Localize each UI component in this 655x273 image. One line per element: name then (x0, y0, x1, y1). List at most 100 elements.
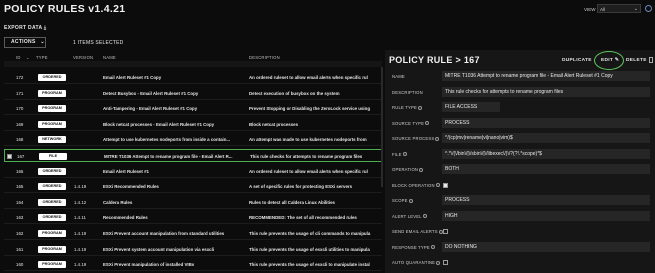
table-row[interactable]: 166 ORDERED Email Alert Ruleset #1 An order… (4, 165, 382, 178)
cell-version: 1.4.19 (74, 231, 87, 236)
detail-rule-id: 167 (463, 55, 480, 65)
table-row[interactable]: 172 ORDERED Email Alert Ruleset #1 Copy An … (4, 71, 382, 84)
info-icon[interactable] (402, 152, 407, 157)
table-row[interactable]: 160 PROGRAM 1.4.19 ESXi Prevent manipulatio… (4, 258, 382, 272)
cell-id: 162 (16, 231, 24, 236)
field-label: ALERT LEVEL (392, 214, 427, 219)
col-header-type[interactable]: TYPE (36, 55, 48, 60)
cell-version: 1.4.19 (74, 246, 87, 252)
table-row[interactable]: 165 ORDERED 1.4.19 ESXi Recommended Rules A … (4, 180, 382, 194)
table-scrollbar[interactable] (381, 67, 383, 187)
cell-name: Recommended Rules (103, 215, 148, 221)
row-checkbox[interactable] (7, 154, 12, 159)
cell-name: ESXi Prevent manipulation of installed V… (103, 262, 195, 268)
cell-description: An ordered ruleset to allow email alerts… (249, 75, 368, 80)
field-value[interactable]: BOTH (442, 164, 650, 174)
cell-name: ESXi Recommended Rules (103, 184, 159, 190)
cell-description: Rules to detect all Caldera Linux Abilit… (249, 199, 335, 205)
type-badge: ORDERED (38, 183, 66, 191)
field-value[interactable]: PROCESS (442, 117, 650, 128)
field-value[interactable]: HIGH (442, 210, 650, 221)
cell-name: Email Alert Ruleset #1 (103, 168, 149, 174)
cell-id: 165 (16, 184, 24, 190)
detail-panel (385, 50, 655, 273)
field-value[interactable]: ^/(cp|mv|rename|vi|nano|vim)$ (442, 133, 650, 143)
cell-name: Anti-Tampering - Email Alert Ruleset #1 … (103, 106, 198, 112)
cell-description: This rule prevents the usage of cli comm… (249, 231, 371, 236)
field-label: SOURCE TYPE (392, 121, 430, 126)
type-badge: PROGRAM (38, 245, 66, 253)
field-label: RULE TYPE (392, 105, 422, 110)
info-icon[interactable] (430, 245, 435, 250)
cell-version: 1.4.12 (74, 199, 87, 205)
info-icon[interactable] (435, 136, 440, 141)
info-icon[interactable] (436, 260, 441, 265)
settings-icon[interactable] (645, 5, 652, 12)
table-row[interactable]: 164 ORDERED 1.4.12 Caldera Rules Rules to de… (4, 196, 382, 209)
cell-version: 1.4.11 (74, 215, 86, 221)
field-label: NAME (392, 74, 405, 79)
view-select[interactable]: All ⌄ (597, 4, 641, 13)
page-title: POLICY RULES v1.4.21 (4, 3, 126, 15)
field-label-text: SOURCE PROCESS (392, 136, 435, 141)
info-icon[interactable] (418, 105, 422, 110)
col-header-description[interactable]: DESCRIPTION (249, 55, 280, 60)
type-badge: ORDERED (38, 74, 66, 81)
type-badge: ORDERED (38, 167, 66, 175)
info-icon[interactable] (422, 214, 427, 219)
delete-button[interactable]: DELETE (626, 58, 647, 63)
sort-icon[interactable]: ⌄ (26, 55, 30, 60)
field-value[interactable]: MITRE T1036 Attempt to rename program fi… (442, 71, 650, 81)
field-checkbox[interactable] (443, 260, 448, 265)
cell-name: Attempt to use kubernetes nodeports from… (103, 137, 231, 143)
field-label: SOURCE PROCESS (392, 136, 440, 141)
col-header-id[interactable]: ID (16, 55, 21, 60)
cell-id: 161 (16, 246, 24, 252)
field-checkbox[interactable] (443, 229, 448, 234)
info-icon[interactable] (425, 121, 430, 126)
cell-description: This rule prevents the usage of esxcli u… (249, 246, 370, 252)
field-value[interactable]: PROCESS (442, 195, 650, 205)
cell-description: This rule checks for attempts to rename … (250, 154, 363, 159)
table-row[interactable]: 171 PROGRAM Detect Busybox - Email Alert R… (4, 87, 382, 100)
actions-button[interactable]: ACTIONS ⌄ (4, 37, 46, 48)
info-icon[interactable] (408, 198, 413, 203)
filter-row[interactable] (4, 61, 382, 67)
field-value[interactable]: DO NOTHING (442, 241, 650, 252)
field-value[interactable]: FILE ACCESS (442, 102, 500, 112)
table-row[interactable]: 169 PROGRAM Block netcat processes - Email… (4, 118, 382, 131)
duplicate-label: DUPLICATE (562, 58, 592, 63)
trash-icon[interactable] (649, 57, 653, 63)
cell-name: Email Alert Ruleset #1 Copy (103, 75, 162, 80)
cell-id: 163 (16, 215, 24, 221)
table-row[interactable]: 161 PROGRAM 1.4.19 ESXi Prevent system acco… (4, 243, 382, 256)
type-badge: FILE (39, 153, 67, 160)
table-row[interactable]: 162 PROGRAM 1.4.19 ESXi Prevent account man… (4, 227, 382, 240)
export-data-button[interactable]: EXPORT DATA ⤓ (4, 25, 46, 31)
field-label-text: AUTO QUARANTINE (392, 260, 436, 265)
field-label-text: OPERATION (392, 167, 419, 172)
field-value[interactable]: This rule checks for attempts to rename … (442, 86, 650, 97)
cell-description: Prevent Stopping or Disabling the ZeroLo… (249, 106, 371, 112)
col-header-name[interactable]: NAME (103, 55, 116, 60)
delete-label: DELETE (626, 58, 647, 63)
table-row[interactable]: 167 FILE MITRE T1036 Attempt to rename pro… (4, 149, 382, 162)
info-icon[interactable] (435, 183, 440, 188)
col-header-version[interactable]: VERSION (73, 55, 93, 60)
type-badge: NETWORK (38, 136, 66, 144)
duplicate-button[interactable]: DUPLICATE (562, 58, 592, 63)
field-checkbox[interactable] (443, 182, 448, 188)
view-label: VIEW (584, 7, 596, 12)
cell-version: 1.4.19 (74, 262, 87, 268)
field-label: AUTO QUARANTINE (392, 260, 441, 265)
field-value[interactable]: ^.*\/(\/bin\/|\/sbin\/|\/libexec\/)\/?(?… (442, 148, 650, 159)
info-icon[interactable] (419, 167, 424, 172)
type-badge: ORDERED (38, 214, 66, 222)
field-label: DESCRIPTION (392, 90, 423, 95)
table-row[interactable]: 170 PROGRAM Anti-Tampering - Email Alert R… (4, 102, 382, 116)
export-data-label: EXPORT DATA (4, 25, 43, 31)
table-row[interactable]: 168 NETWORK Attempt to use kubernetes node… (4, 133, 382, 147)
cell-description: This rule prevents the usage of esxcli t… (249, 262, 370, 268)
table-row[interactable]: 163 ORDERED 1.4.11 Recommended Rules RECOMME… (4, 211, 382, 225)
cell-description: Block netcat processes (249, 121, 299, 127)
